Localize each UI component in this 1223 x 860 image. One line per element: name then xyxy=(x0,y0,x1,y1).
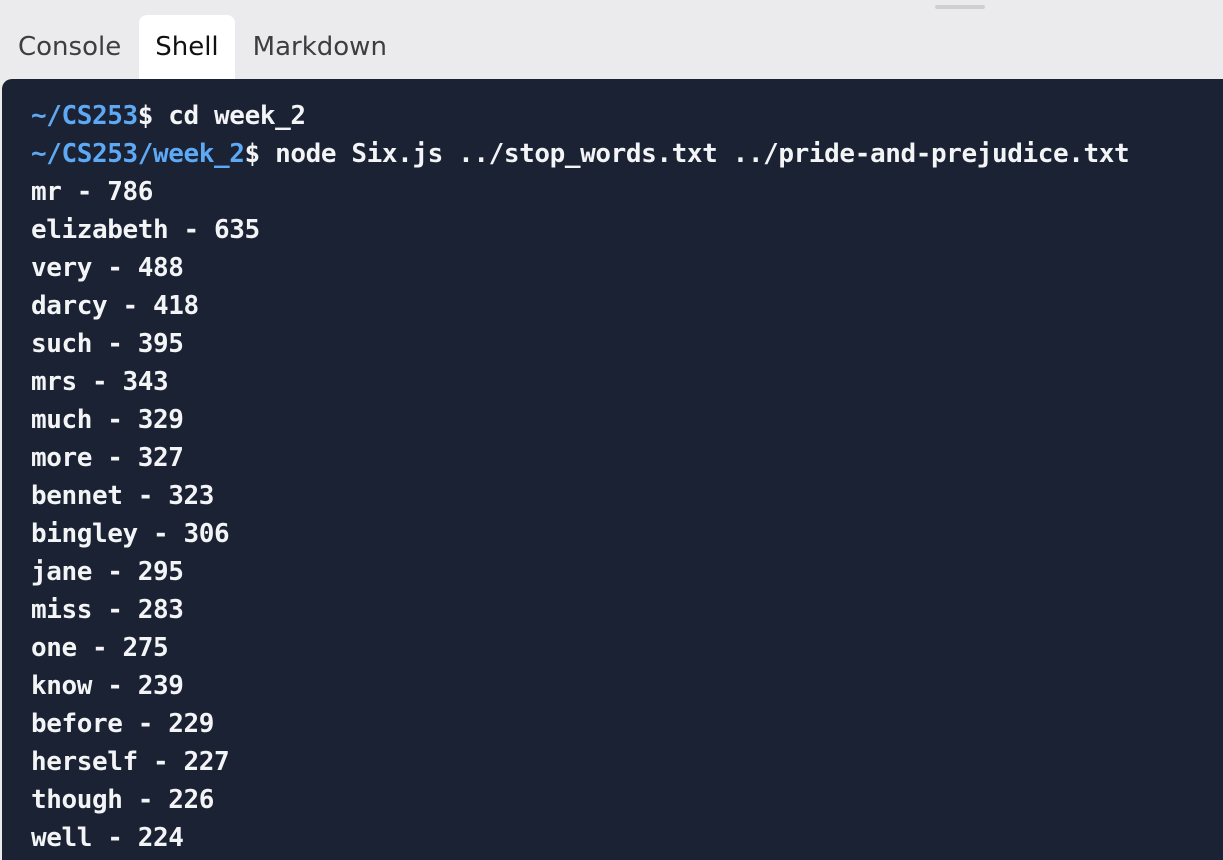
panel-resize-handle[interactable] xyxy=(935,5,985,9)
terminal-output-line: one - 275 xyxy=(31,633,169,663)
prompt-symbol: $ xyxy=(137,101,169,131)
prompt-symbol: $ xyxy=(244,139,276,169)
shell-terminal[interactable]: ~/CS253$ cd week_2 ~/CS253/week_2$ node … xyxy=(2,79,1223,860)
terminal-output-line: bingley - 306 xyxy=(31,519,230,549)
terminal-output-line: know - 239 xyxy=(31,671,184,701)
terminal-output-line: well - 224 xyxy=(31,823,184,853)
tab-console[interactable]: Console xyxy=(0,15,139,79)
tab-markdown[interactable]: Markdown xyxy=(235,15,405,79)
terminal-output-line: darcy - 418 xyxy=(31,291,199,321)
terminal-output-line: very - 488 xyxy=(31,253,184,283)
terminal-output-line: elizabeth - 635 xyxy=(31,215,260,245)
terminal-output-line: herself - 227 xyxy=(31,747,230,777)
terminal-output-line: miss - 283 xyxy=(31,595,184,625)
terminal-output-line: more - 327 xyxy=(31,443,184,473)
prompt-path: ~/CS253/week_2 xyxy=(31,139,245,169)
terminal-command-line: ~/CS253/week_2$ node Six.js ../stop_word… xyxy=(31,135,1223,173)
terminal-command-line: ~/CS253$ cd week_2 xyxy=(31,97,1223,135)
tab-bar: Console Shell Markdown xyxy=(0,15,405,79)
terminal-output-line: such - 395 xyxy=(31,329,184,359)
terminal-output-line: before - 229 xyxy=(31,709,215,739)
command-text: cd week_2 xyxy=(168,101,306,131)
tab-shell[interactable]: Shell xyxy=(139,15,235,79)
terminal-output-line: mrs - 343 xyxy=(31,367,169,397)
command-text: node Six.js ../stop_words.txt ../pride-a… xyxy=(275,139,1130,169)
terminal-output-line: though - 226 xyxy=(31,785,215,815)
terminal-output-line: mr - 786 xyxy=(31,177,154,207)
prompt-path: ~/CS253 xyxy=(31,101,138,131)
terminal-output-line: much - 329 xyxy=(31,405,184,435)
terminal-output-line: jane - 295 xyxy=(31,557,184,587)
terminal-output-line: bennet - 323 xyxy=(31,481,215,511)
